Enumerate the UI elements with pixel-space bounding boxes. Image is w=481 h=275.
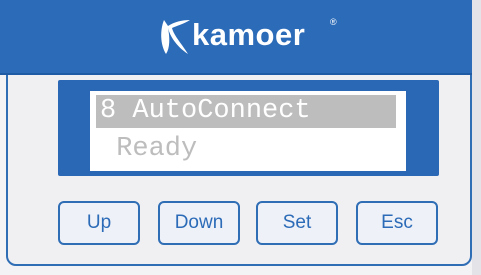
brand-logo-text: kamoer (192, 17, 306, 52)
device-panel: kamoer ® 8 AutoConnect Ready Up Down Set… (0, 0, 481, 275)
kamoer-logo: kamoer ® (158, 14, 348, 60)
set-button[interactable]: Set (256, 201, 338, 245)
down-button[interactable]: Down (158, 201, 240, 245)
up-button[interactable]: Up (58, 201, 140, 245)
registered-mark: ® (330, 17, 337, 27)
lcd-line-status: Ready (100, 134, 198, 164)
lcd-screen: 8 AutoConnect Ready (90, 91, 406, 171)
brand-header: kamoer ® (0, 0, 481, 75)
lcd-line-selected: 8 AutoConnect (96, 95, 396, 128)
esc-button[interactable]: Esc (356, 201, 438, 245)
kamoer-k-icon (161, 20, 190, 54)
edge-shadow (472, 0, 481, 275)
